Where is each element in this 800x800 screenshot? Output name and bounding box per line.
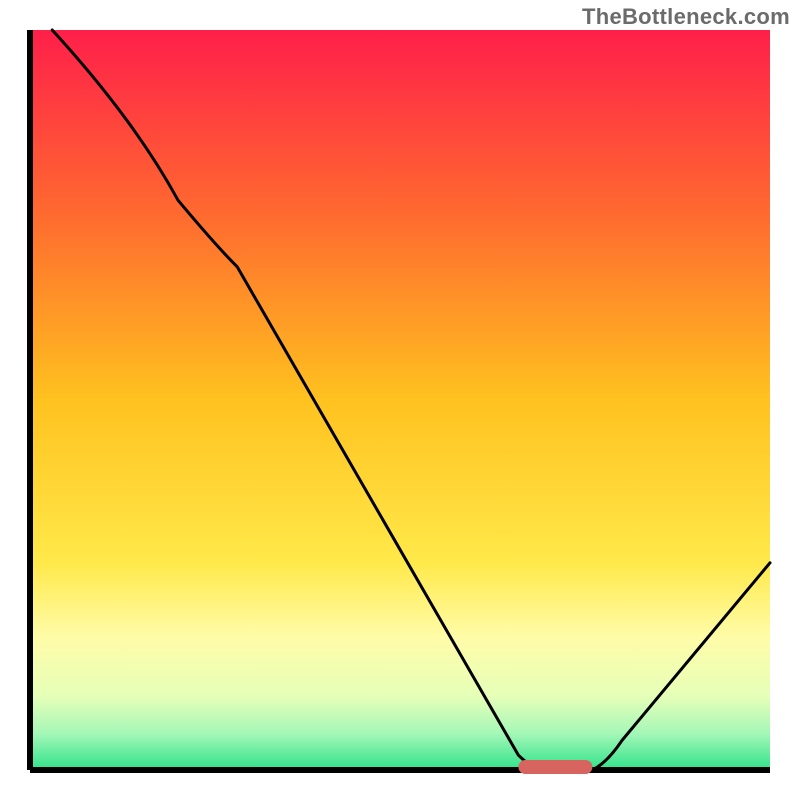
chart-container: TheBottleneck.com	[0, 0, 800, 800]
chart-svg	[0, 0, 800, 800]
watermark-text: TheBottleneck.com	[582, 4, 790, 30]
optimal-range-marker	[518, 760, 592, 774]
